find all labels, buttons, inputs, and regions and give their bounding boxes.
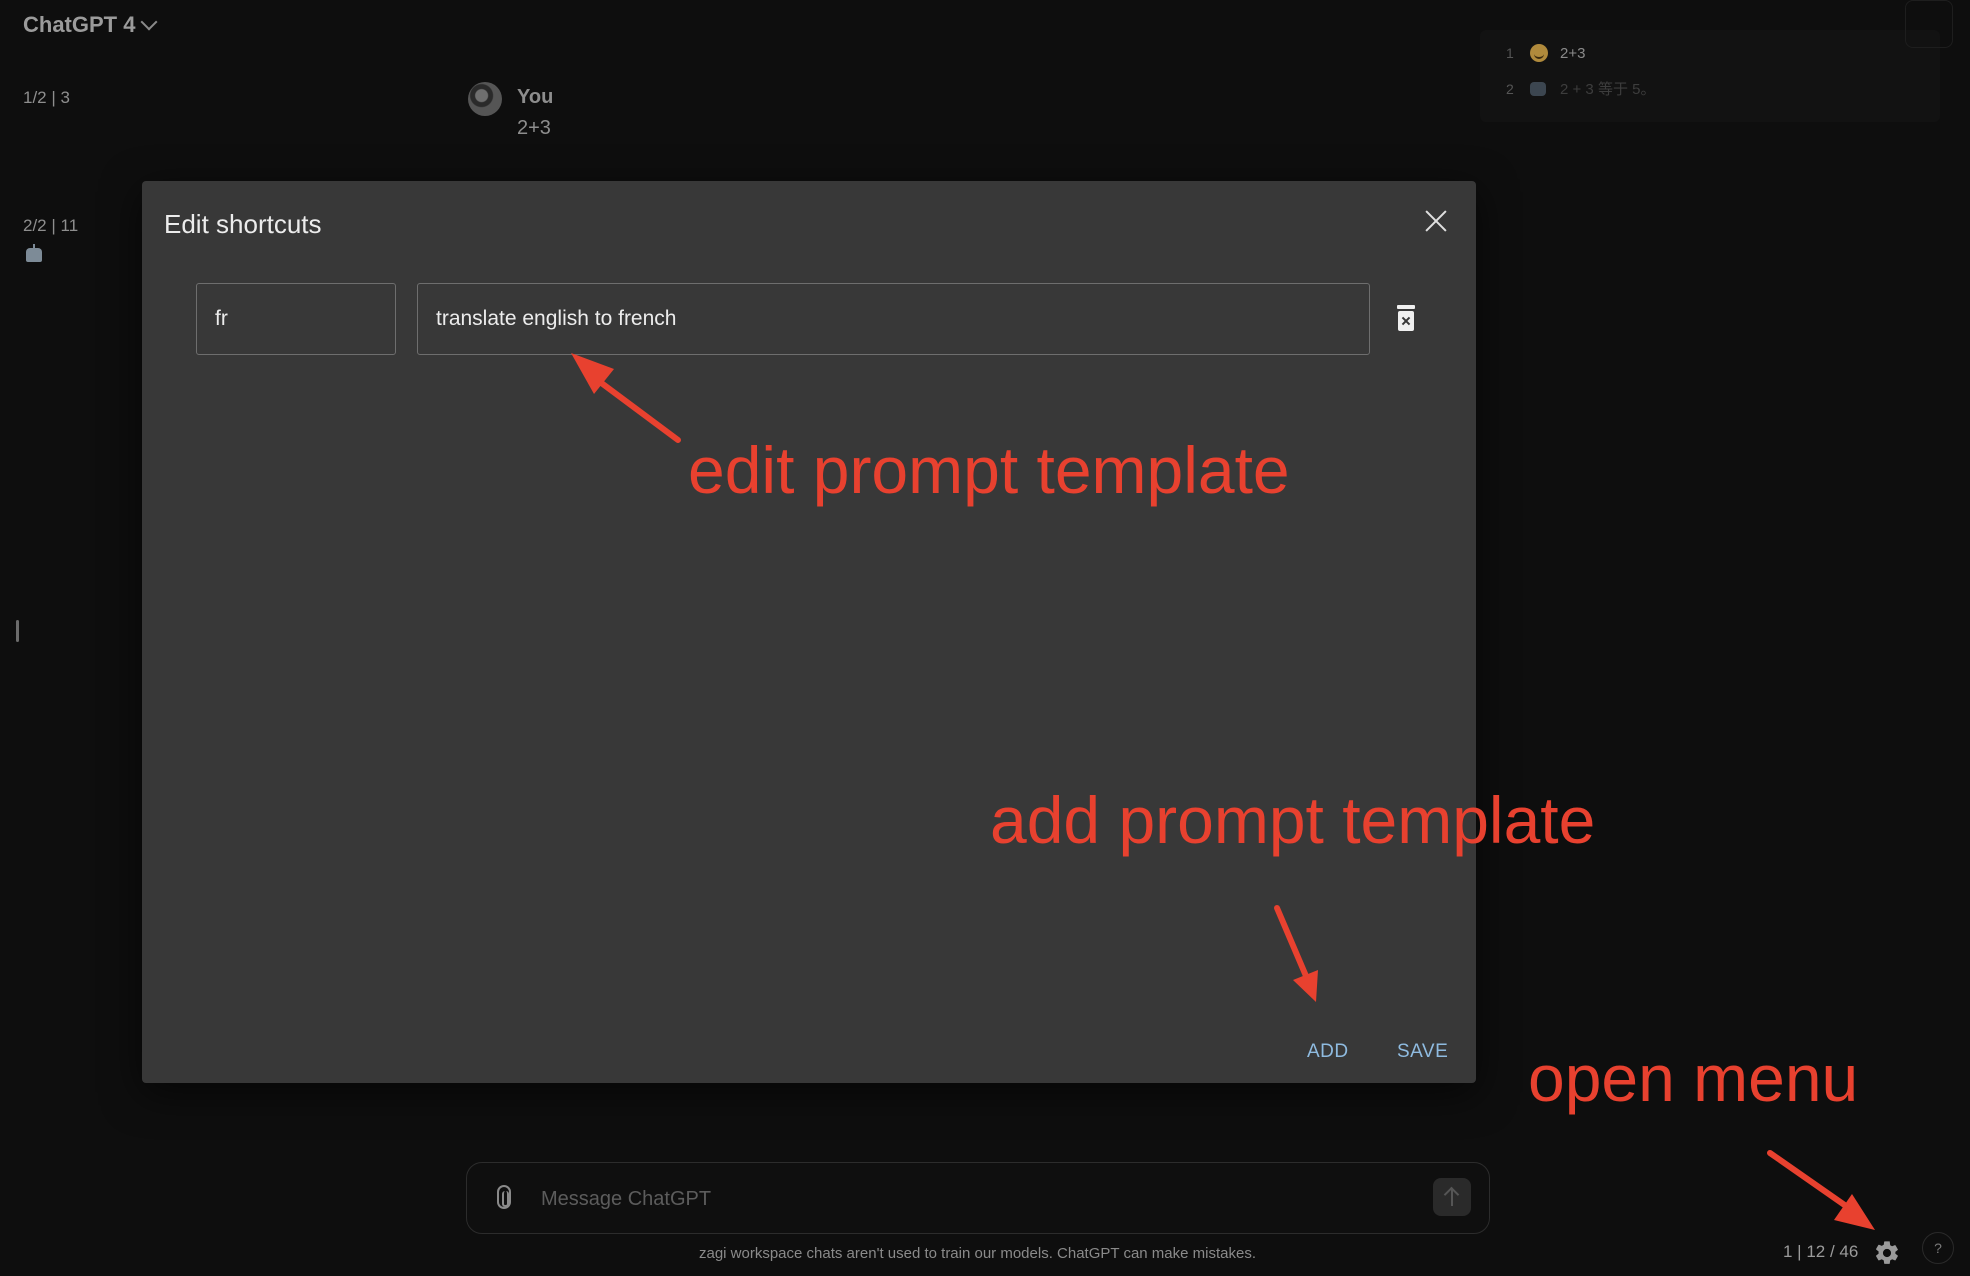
outline-item-text: 2 + 3 等于 5。: [1560, 81, 1656, 98]
message-composer: [466, 1162, 1490, 1234]
model-title: ChatGPT 4: [23, 12, 136, 37]
outline-item[interactable]: 1 2+3: [1506, 44, 1585, 62]
corner-button[interactable]: [1905, 0, 1953, 48]
disclaimer-text: zagi workspace chats aren't used to trai…: [698, 1245, 1256, 1262]
outline-item-number: 2: [1506, 80, 1514, 97]
message-input[interactable]: [539, 1179, 1403, 1219]
send-button[interactable]: [1433, 1178, 1471, 1216]
conversation-outline: 1 2+3 2 2 + 3 等于 5。: [1480, 30, 1940, 122]
message-text: 2+3: [517, 117, 551, 139]
chevron-down-icon: [140, 13, 158, 31]
outline-item-text: 2+3: [1560, 44, 1586, 62]
close-icon[interactable]: [1420, 205, 1452, 237]
arrowhead-open: [1834, 1194, 1875, 1230]
smile-emoji-icon: [1530, 44, 1548, 62]
add-button[interactable]: ADD: [1301, 1037, 1355, 1067]
trash-lid: [1397, 305, 1415, 309]
edit-shortcuts-dialog: Edit shortcuts ADD SAVE: [142, 181, 1476, 1083]
message-author: You: [517, 86, 554, 108]
gear-icon[interactable]: [1873, 1239, 1901, 1267]
chatgpt-page: ChatGPT 4 1/2 | 3 2/2 | 11 You 2+3 1 2+3…: [0, 0, 1970, 1276]
robot-icon: [26, 244, 42, 262]
dialog-title: Edit shortcuts: [164, 209, 322, 239]
robot-emoji-icon: [1530, 81, 1546, 96]
save-button[interactable]: SAVE: [1391, 1037, 1454, 1067]
outline-item[interactable]: 2 2 + 3 等于 5。: [1506, 78, 1655, 99]
trash-x-mark: [1398, 311, 1414, 331]
help-button[interactable]: ?: [1922, 1232, 1954, 1264]
shortcut-key-input[interactable]: [196, 283, 396, 355]
turn-counter-1: 1/2 | 3: [23, 88, 70, 107]
sidebar-resize-handle[interactable]: [16, 620, 19, 642]
usage-stats: 1 | 12 / 46: [1783, 1242, 1859, 1261]
shortcut-prompt-input[interactable]: [417, 283, 1370, 355]
delete-shortcut-icon[interactable]: [1394, 305, 1420, 335]
annotation-edit: edit prompt template: [688, 433, 1290, 507]
model-switcher[interactable]: ChatGPT 4: [23, 12, 158, 38]
avatar: [468, 82, 502, 116]
outline-item-number: 1: [1506, 45, 1514, 61]
arrow-open: [1767, 1150, 1849, 1209]
annotation-open: open menu: [1528, 1041, 1859, 1115]
turn-counter-2: 2/2 | 11: [23, 216, 79, 235]
paperclip-icon[interactable]: [497, 1185, 511, 1209]
annotation-add: add prompt template: [990, 783, 1596, 857]
